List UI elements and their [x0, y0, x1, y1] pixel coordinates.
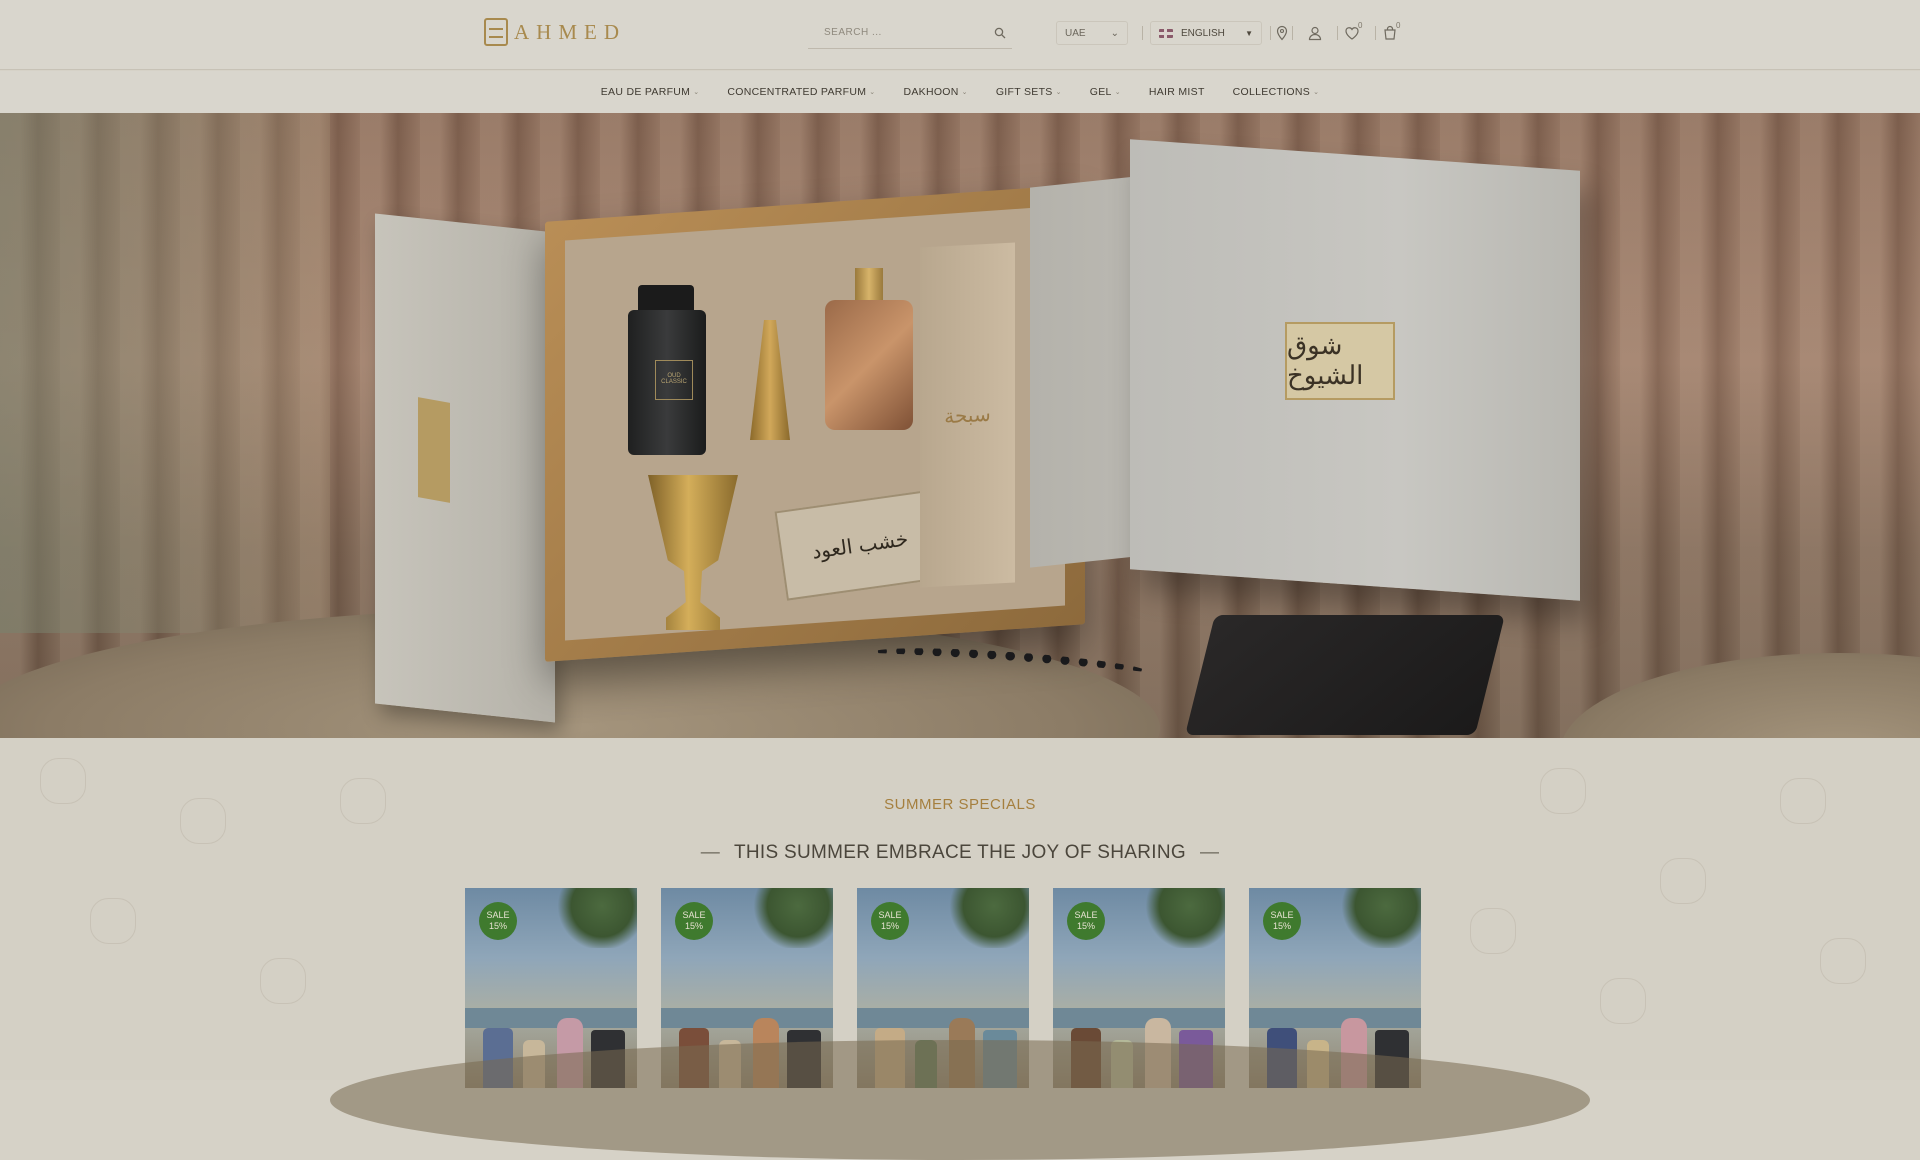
chevron-down-icon: ⌄	[1313, 89, 1320, 96]
nav-item-label: CONCENTRATED PARFUM	[727, 86, 867, 98]
tree-foliage	[557, 888, 637, 948]
chevron-down-icon: ⌄	[1055, 89, 1062, 96]
user-account-icon[interactable]	[1307, 25, 1323, 41]
nav-item-label: EAU DE PARFUM	[600, 86, 691, 98]
chevron-down-icon: ⌄	[961, 89, 968, 96]
nav-item-eau-de-parfum[interactable]: EAU DE PARFUM ⌄	[601, 86, 700, 98]
sale-badge-percent: 15%	[1272, 921, 1291, 931]
sea-horizon	[1249, 1008, 1421, 1028]
nav-item-label: GEL	[1089, 86, 1112, 98]
sale-badge-percent: 15%	[880, 921, 899, 931]
cart-count: 0	[1396, 21, 1401, 30]
search-icon[interactable]	[994, 27, 1006, 39]
uk-flag-icon	[1159, 28, 1173, 38]
sale-badge-label: SALE	[878, 910, 902, 920]
nav-item-dakhoon[interactable]: DAKHOON ⌄	[903, 86, 967, 98]
sale-badge: SALE 15%	[871, 902, 909, 940]
window-light	[0, 113, 330, 633]
sale-badge: SALE 15%	[1067, 902, 1105, 940]
sale-badge: SALE 15%	[479, 902, 517, 940]
sale-badge-percent: 15%	[684, 921, 703, 931]
perfume-bottle-amber	[825, 300, 913, 430]
prayer-beads-box: سبحة	[920, 242, 1015, 588]
nav-item-label: GIFT SETS	[995, 86, 1053, 98]
leather-wallet	[1185, 615, 1505, 735]
nav-item-gel[interactable]: GEL ⌄	[1090, 86, 1121, 98]
tree-foliage	[949, 888, 1029, 948]
sale-badge: SALE 15%	[675, 902, 713, 940]
title-dash: —	[1199, 842, 1220, 863]
tree-foliage	[753, 888, 833, 948]
wishlist-count: 0	[1358, 21, 1363, 30]
country-value: UAE	[1065, 27, 1086, 39]
nav-item-collections[interactable]: COLLECTIONS ⌄	[1233, 86, 1320, 98]
language-select[interactable]: ENGLISH ▼	[1150, 21, 1262, 45]
section-title-text: THIS SUMMER EMBRACE THE JOY OF SHARING	[734, 842, 1186, 863]
section-title: — THIS SUMMER EMBRACE THE JOY OF SHARING —	[0, 842, 1920, 864]
tree-foliage	[1341, 888, 1421, 948]
title-dash: —	[700, 842, 720, 863]
summer-specials-section: SUMMER SPECIALS — THIS SUMMER EMBRACE THE…	[0, 738, 1920, 1088]
divider	[1270, 26, 1271, 40]
chevron-down-icon: ⌄	[693, 89, 700, 96]
sale-badge: SALE 15%	[1263, 902, 1301, 940]
lid-label: شوق الشيوخ	[1285, 322, 1395, 400]
sale-badge-percent: 15%	[1076, 921, 1095, 931]
sea-horizon	[857, 1008, 1029, 1028]
chevron-down-icon: ⌄	[1114, 89, 1121, 96]
box-left-flap	[375, 213, 555, 723]
chevron-down-icon: ⌄	[869, 89, 876, 96]
site-header: AHMED UAE ⌄ ENGLISH ▼ 0 0	[0, 0, 1920, 70]
box-seal	[418, 397, 450, 503]
nav-item-hair-mist[interactable]: HAIR MIST	[1149, 86, 1205, 98]
foreground-table-edge	[330, 1040, 1590, 1160]
chevron-down-icon: ⌄	[1110, 27, 1119, 39]
divider	[1292, 26, 1293, 40]
sea-horizon	[465, 1008, 637, 1028]
sale-badge-label: SALE	[486, 910, 510, 920]
sale-badge-label: SALE	[1270, 910, 1294, 920]
tree-foliage	[1145, 888, 1225, 948]
sea-horizon	[1053, 1008, 1225, 1028]
divider	[1142, 26, 1143, 40]
sea-horizon	[661, 1008, 833, 1028]
divider	[1375, 26, 1376, 40]
section-kicker: SUMMER SPECIALS	[884, 796, 1036, 813]
divider	[1337, 26, 1338, 40]
nav-item-label: COLLECTIONS	[1232, 86, 1311, 98]
logo[interactable]: AHMED	[484, 16, 626, 48]
country-select[interactable]: UAE ⌄	[1056, 21, 1128, 45]
logo-mark-icon	[484, 18, 508, 46]
bottle-label: OUD CLASSIC	[655, 360, 693, 400]
nav-item-concentrated-parfum[interactable]: CONCENTRATED PARFUM ⌄	[727, 86, 875, 98]
location-pin-icon[interactable]	[1274, 25, 1290, 41]
search-bar	[808, 17, 1012, 49]
sale-badge-label: SALE	[682, 910, 706, 920]
logo-text: AHMED	[514, 19, 626, 44]
sale-badge-label: SALE	[1074, 910, 1098, 920]
nav-item-label: HAIR MIST	[1148, 86, 1205, 98]
search-input[interactable]	[822, 26, 972, 39]
nav-item-gift-sets[interactable]: GIFT SETS ⌄	[996, 86, 1062, 98]
language-value: ENGLISH	[1181, 27, 1225, 39]
main-nav: EAU DE PARFUM ⌄ CONCENTRATED PARFUM ⌄ DA…	[0, 71, 1920, 113]
sale-badge-percent: 15%	[488, 921, 507, 931]
nav-item-label: DAKHOON	[903, 86, 959, 98]
caret-down-icon: ▼	[1245, 28, 1253, 38]
